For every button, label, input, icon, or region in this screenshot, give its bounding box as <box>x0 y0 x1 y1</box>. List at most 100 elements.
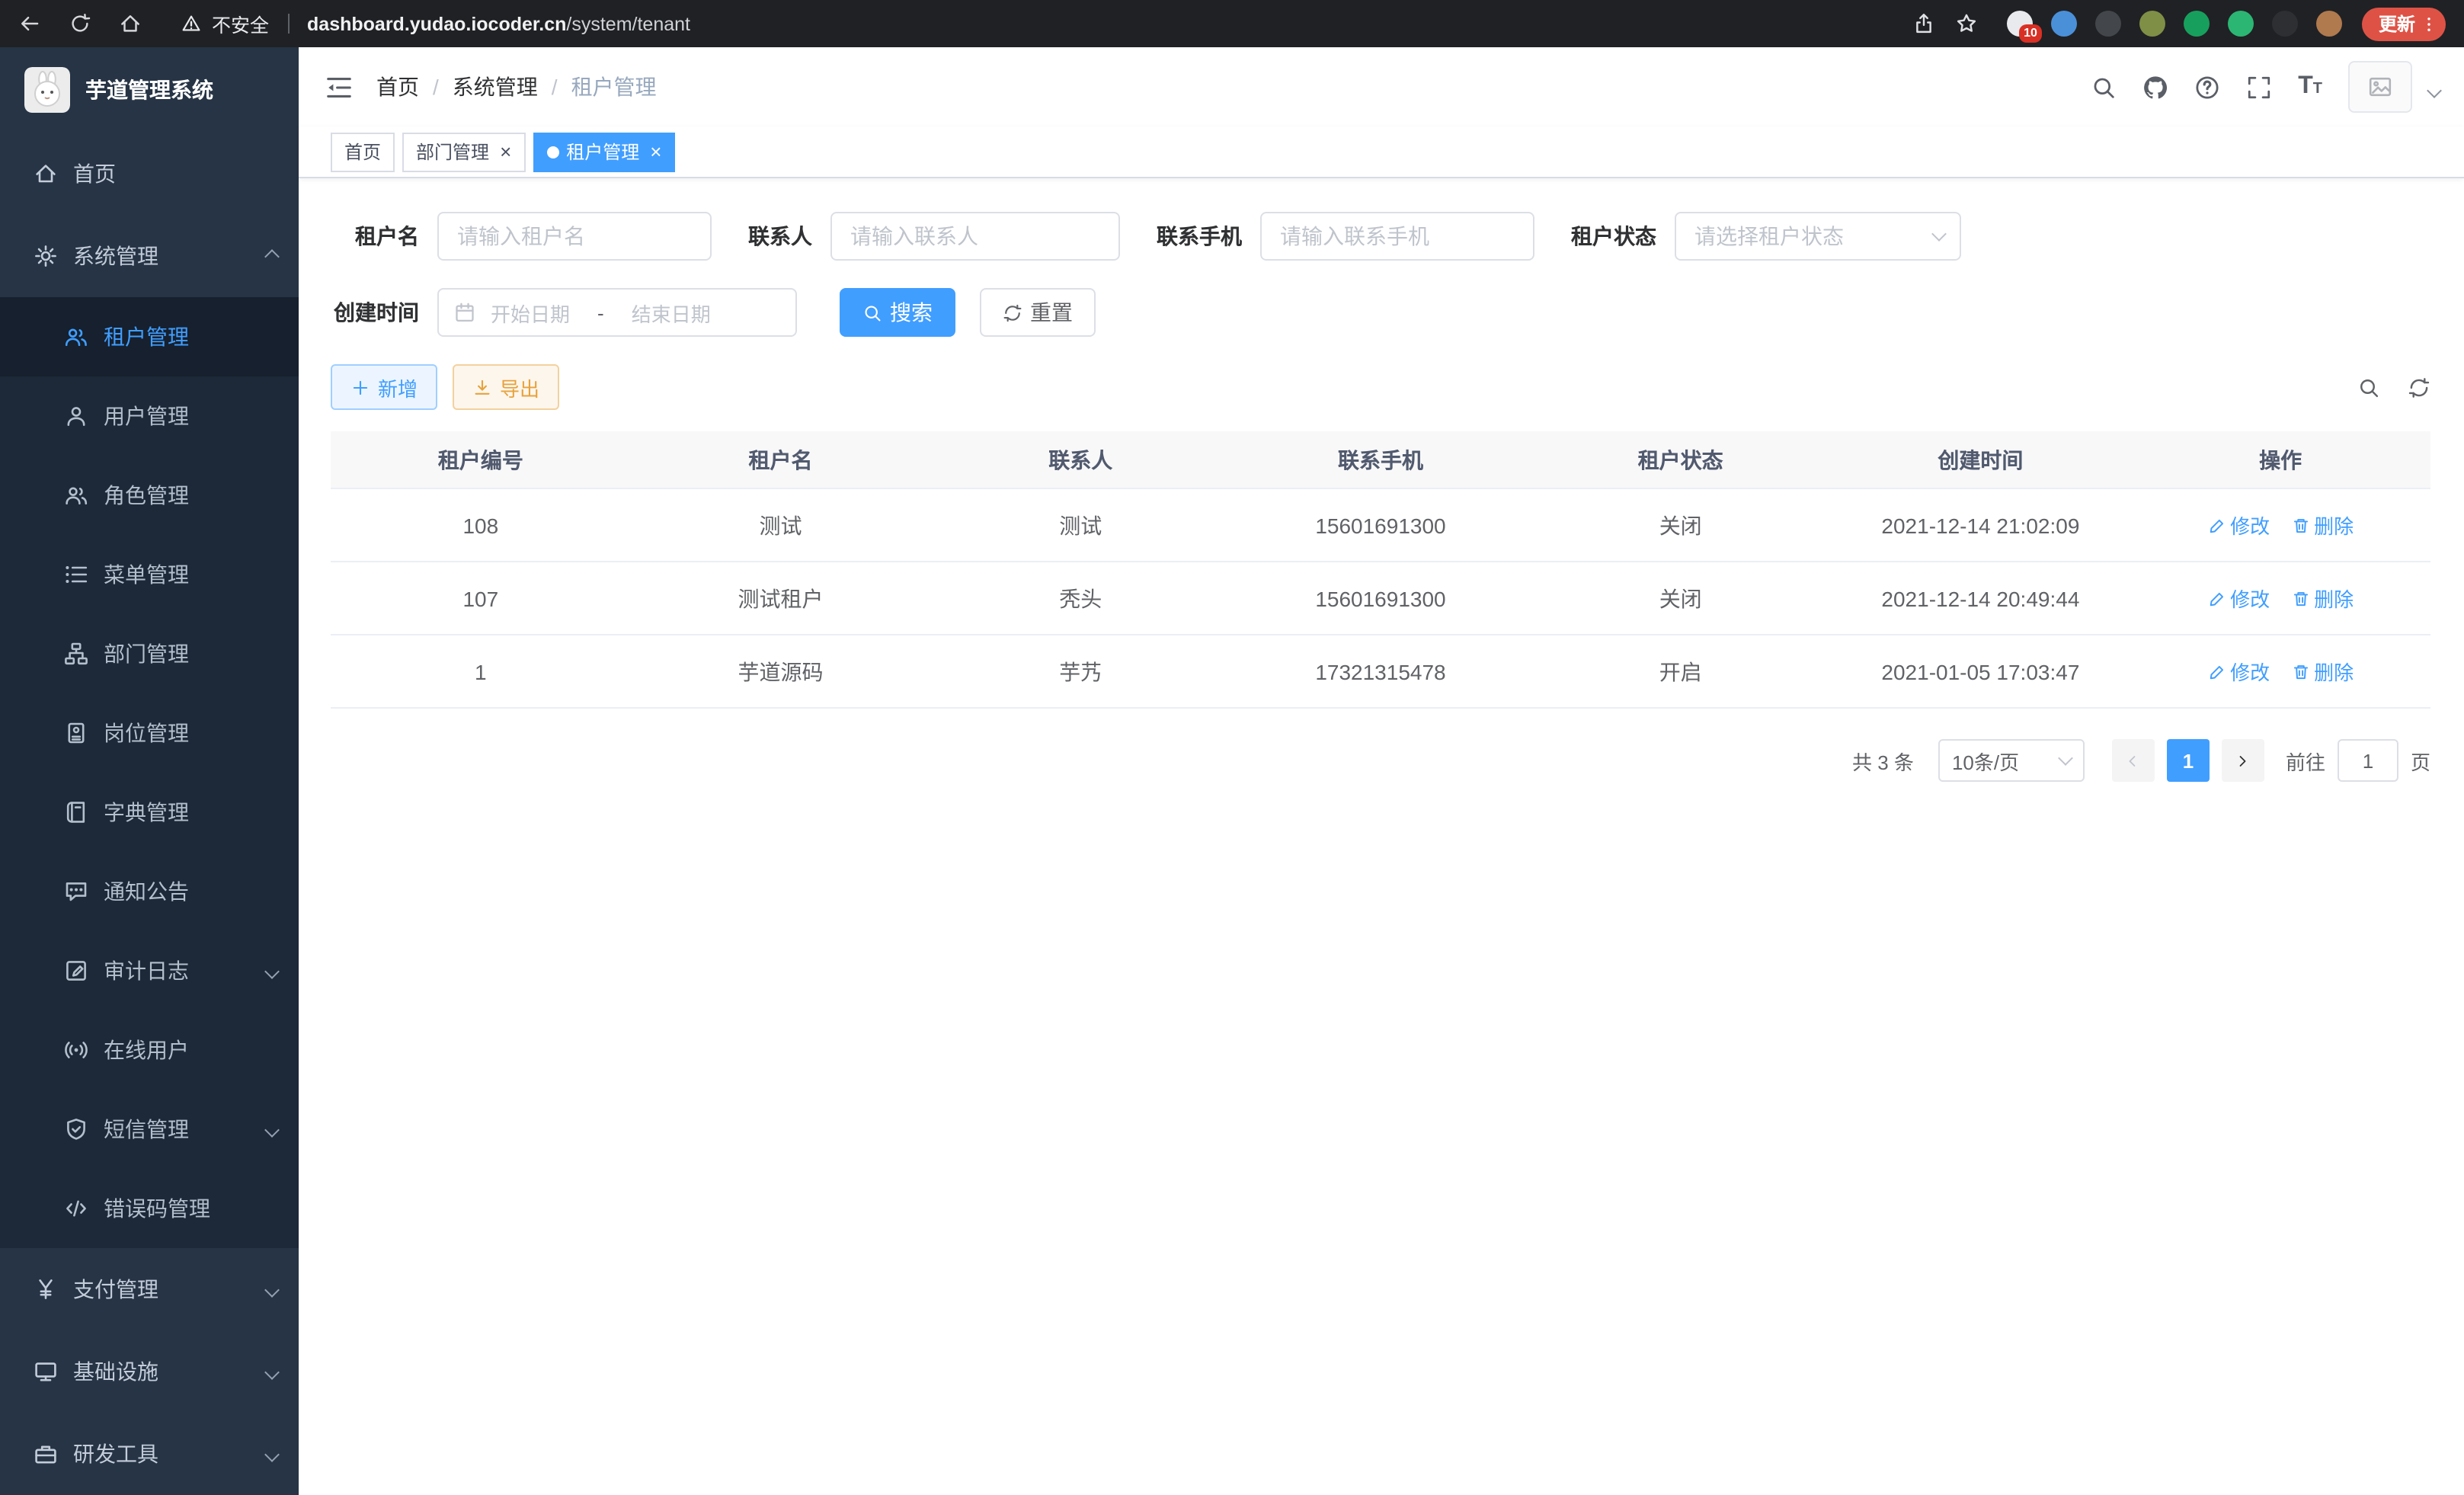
sidebar-item-dict[interactable]: 字典管理 <box>0 773 299 852</box>
contact-input[interactable] <box>830 212 1120 261</box>
search-button[interactable]: 搜索 <box>840 288 955 337</box>
header-search-icon[interactable] <box>2091 74 2117 100</box>
browser-menu-icon[interactable] <box>2420 14 2438 33</box>
sidebar-item-online-user[interactable]: 在线用户 <box>0 1010 299 1090</box>
sidebar-item-dept[interactable]: 部门管理 <box>0 614 299 693</box>
cell-phone: 15601691300 <box>1230 513 1531 537</box>
search-icon <box>862 303 882 322</box>
phone-input[interactable] <box>1260 212 1534 261</box>
sidebar-item-audit-log[interactable]: 审计日志 <box>0 931 299 1010</box>
user-avatar[interactable] <box>2348 61 2412 113</box>
reset-button[interactable]: 重置 <box>980 288 1096 337</box>
add-label: 新增 <box>378 373 418 402</box>
avatar-caret-icon[interactable] <box>2427 82 2442 98</box>
sidebar-item-system[interactable]: 系统管理 <box>0 215 299 297</box>
breadcrumb-item[interactable]: 首页 <box>376 72 419 102</box>
tab-租户管理[interactable]: 租户管理× <box>533 132 675 171</box>
gear-icon <box>34 244 58 268</box>
github-icon[interactable] <box>2142 74 2168 100</box>
edit-label: 修改 <box>2230 584 2270 613</box>
reload-icon[interactable] <box>69 12 91 35</box>
profile-avatar-icon[interactable] <box>2316 11 2342 37</box>
tenant-status-select[interactable]: 请选择租户状态 <box>1675 212 1961 261</box>
edit-link[interactable]: 修改 <box>2207 657 2270 686</box>
current-page-button[interactable]: 1 <box>2167 739 2210 782</box>
bookmark-star-icon[interactable] <box>1955 12 1978 35</box>
filter-status: 租户状态 请选择租户状态 <box>1571 212 1961 261</box>
screen: 不安全 dashboard.yudao.iocoder.cn/system/te… <box>0 0 2464 1495</box>
sidebar-item-devtools[interactable]: 研发工具 <box>0 1413 299 1495</box>
org-icon <box>64 642 88 666</box>
fullscreen-icon[interactable] <box>2246 74 2272 100</box>
sidebar-item-infra[interactable]: 基础设施 <box>0 1330 299 1413</box>
column-header: 租户名 <box>631 444 931 475</box>
column-header: 联系人 <box>930 444 1230 475</box>
toggle-search-icon[interactable] <box>2357 376 2380 399</box>
extension-pinned-3-icon[interactable] <box>2095 11 2121 37</box>
font-size-icon[interactable]: TT <box>2298 73 2322 101</box>
table-row: 1芋道源码芋艿17321315478开启2021-01-05 17:03:47修… <box>331 635 2430 709</box>
edit-label: 修改 <box>2230 657 2270 686</box>
create-time-range-picker[interactable]: 开始日期 - 结束日期 <box>437 288 797 337</box>
tenant-name-label: 租户名 <box>331 221 419 251</box>
extension-pinned-4-icon[interactable] <box>2139 11 2165 37</box>
app-title: 芋道管理系统 <box>85 75 213 105</box>
help-icon[interactable] <box>2194 74 2220 100</box>
share-icon[interactable] <box>1912 12 1935 35</box>
cell-name: 测试 <box>631 510 931 540</box>
role-icon <box>64 483 88 507</box>
cell-id: 108 <box>331 513 631 537</box>
sidebar-toggle-icon[interactable] <box>299 72 376 101</box>
sidebar-item-error-code[interactable]: 错误码管理 <box>0 1169 299 1248</box>
address-bar[interactable]: 不安全 dashboard.yudao.iocoder.cn/system/te… <box>181 9 690 38</box>
cell-status: 开启 <box>1531 656 1831 687</box>
sidebar-item-post[interactable]: 岗位管理 <box>0 693 299 773</box>
export-button[interactable]: 导出 <box>453 364 559 410</box>
browser-home-icon[interactable] <box>119 12 142 35</box>
pagination: 共 3 条 10条/页 1 前往 页 <box>331 739 2430 782</box>
tenant-name-input[interactable] <box>437 212 712 261</box>
badge-icon <box>64 721 88 745</box>
tenant-icon <box>64 325 88 349</box>
sidebar-item-tenant[interactable]: 租户管理 <box>0 297 299 376</box>
broken-image-icon <box>2368 75 2392 99</box>
sidebar-item-user[interactable]: 用户管理 <box>0 376 299 456</box>
delete-link[interactable]: 删除 <box>2291 584 2354 613</box>
tab-部门管理[interactable]: 部门管理× <box>402 132 525 171</box>
start-date-placeholder: 开始日期 <box>491 298 570 327</box>
sidebar-item-home[interactable]: 首页 <box>0 133 299 215</box>
delete-link[interactable]: 删除 <box>2291 511 2354 539</box>
monitor-icon <box>34 1359 58 1384</box>
refresh-table-icon[interactable] <box>2408 376 2430 399</box>
add-button[interactable]: 新增 <box>331 364 437 410</box>
extension-pinned-5-icon[interactable] <box>2184 11 2210 37</box>
chevron-down-icon <box>2058 751 2073 766</box>
extension-pinned-7-icon[interactable] <box>2272 11 2298 37</box>
back-icon[interactable] <box>18 12 41 35</box>
sidebar-item-notice[interactable]: 通知公告 <box>0 852 299 931</box>
sidebar-item-role[interactable]: 角色管理 <box>0 456 299 535</box>
goto-page-input[interactable] <box>2338 739 2398 782</box>
chevron-down-icon <box>264 1364 280 1379</box>
sidebar-item-menu[interactable]: 菜单管理 <box>0 535 299 614</box>
trash-icon <box>2291 516 2309 534</box>
update-button[interactable]: 更新 <box>2362 7 2446 40</box>
extension-pinned-2-icon[interactable] <box>2051 11 2077 37</box>
delete-link[interactable]: 删除 <box>2291 657 2354 686</box>
close-tab-icon[interactable]: × <box>500 142 511 162</box>
sidebar-item-sms[interactable]: 短信管理 <box>0 1090 299 1169</box>
close-tab-icon[interactable]: × <box>650 142 661 162</box>
extension-pinned-1-icon[interactable]: 10 <box>2007 11 2033 37</box>
security-label[interactable]: 不安全 <box>212 9 269 38</box>
extension-pinned-6-icon[interactable] <box>2228 11 2254 37</box>
page-size-select[interactable]: 10条/页 <box>1938 739 2085 782</box>
edit-link[interactable]: 修改 <box>2207 511 2270 539</box>
breadcrumb-item[interactable]: 系统管理 <box>453 72 538 102</box>
trash-icon <box>2291 589 2309 607</box>
column-header: 操作 <box>2130 444 2430 475</box>
next-page-button[interactable] <box>2222 739 2264 782</box>
edit-link[interactable]: 修改 <box>2207 584 2270 613</box>
tab-首页[interactable]: 首页 <box>331 132 395 171</box>
prev-page-button[interactable] <box>2112 739 2155 782</box>
sidebar-item-pay[interactable]: 支付管理 <box>0 1248 299 1330</box>
